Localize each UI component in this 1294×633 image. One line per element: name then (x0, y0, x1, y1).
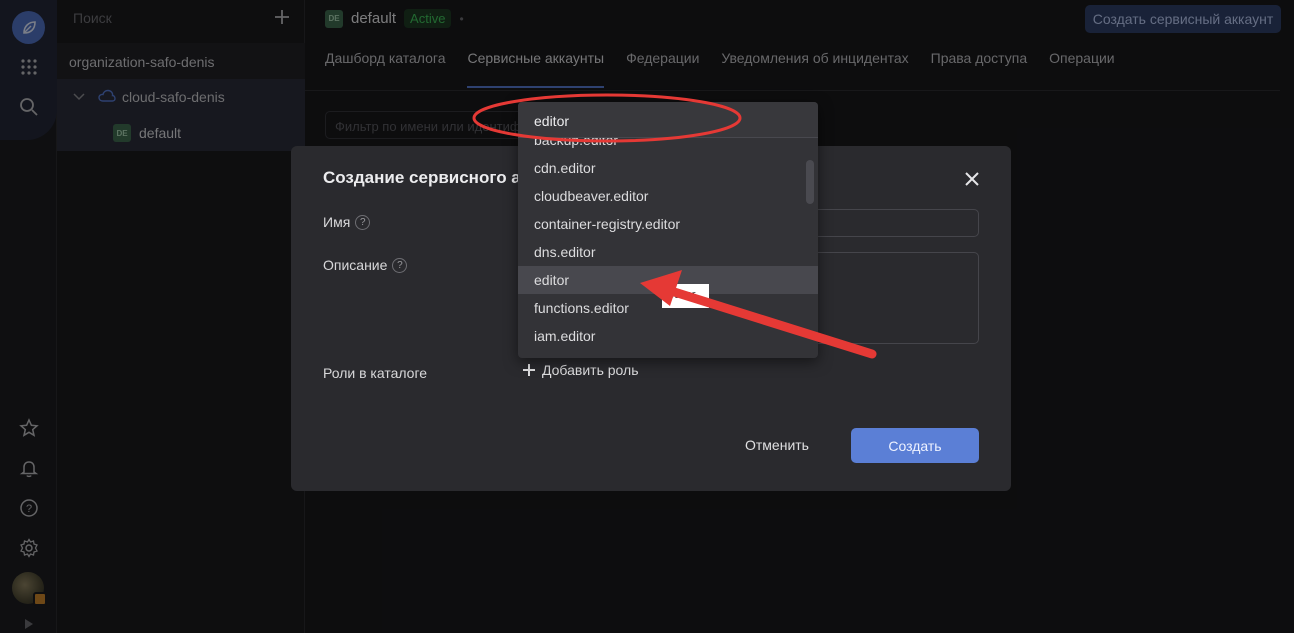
close-icon[interactable] (961, 168, 983, 190)
role-option[interactable]: cloudbeaver.editor (518, 182, 818, 210)
role-search-input[interactable]: editor (518, 102, 818, 138)
add-role-label: Добавить роль (542, 362, 639, 378)
role-option[interactable]: cdn.editor (518, 154, 818, 182)
name-label: Имя (323, 214, 351, 230)
help-icon[interactable]: ? (355, 214, 371, 230)
cancel-button[interactable]: Отменить (731, 428, 823, 462)
role-option[interactable]: iam.editor (518, 322, 818, 350)
role-dropdown: backup.editor cdn.editor cloudbeaver.edi… (518, 102, 818, 358)
plus-icon (523, 364, 535, 376)
role-options-list: backup.editor cdn.editor cloudbeaver.edi… (518, 126, 818, 350)
dialog-title: Создание сервисного ак (323, 168, 530, 187)
dropdown-scrollbar[interactable] (806, 160, 814, 204)
role-option[interactable]: container-registry.editor (518, 210, 818, 238)
roles-label: Роли в каталоге (323, 365, 428, 381)
create-button[interactable]: Создать (851, 428, 979, 463)
role-tooltip: editor (662, 284, 709, 308)
description-label: Описание (323, 257, 388, 273)
description-label-row: Описание ? (323, 257, 408, 273)
help-icon[interactable]: ? (392, 257, 408, 273)
role-option[interactable]: dns.editor (518, 238, 818, 266)
add-role-button[interactable]: Добавить роль (522, 362, 639, 378)
name-label-row: Имя ? (323, 214, 371, 230)
